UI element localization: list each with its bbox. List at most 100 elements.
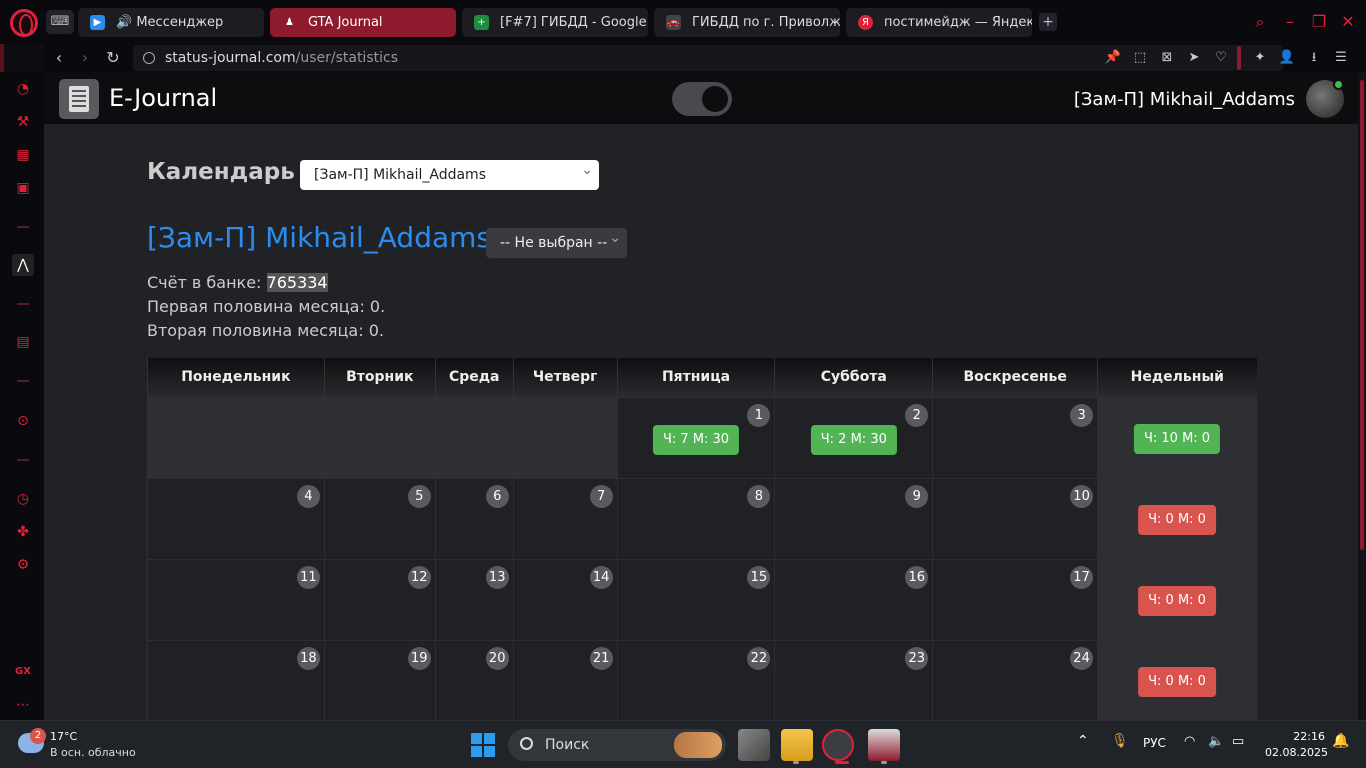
tab-speaker-icon: 🔊	[116, 15, 133, 30]
calendar-day-cell[interactable]: 6	[434, 477, 514, 560]
calendar-day-cell[interactable]: 9	[774, 477, 934, 560]
calendar-day-cell[interactable]: 19	[323, 639, 436, 720]
calendar-day-cell[interactable]: 20	[434, 639, 514, 720]
new-tab-button[interactable]: +	[1039, 13, 1057, 31]
opera-gx-taskbar-icon[interactable]	[822, 729, 854, 761]
calendar-day-cell[interactable]: 18	[147, 639, 325, 720]
tray-chevron-icon[interactable]: ⌃	[1077, 733, 1089, 749]
calendar-day-cell[interactable]: 12	[323, 558, 436, 641]
language-indicator[interactable]: РУС	[1143, 736, 1166, 750]
calendar-day-cell[interactable]: 8	[616, 477, 776, 560]
site-navbar: E-Journal [Зам-П] Mikhail_Addams	[44, 72, 1358, 124]
gx-corner-icon[interactable]: ▦	[12, 144, 34, 166]
tab-gibdd[interactable]: 🚗 ГИБДД по г. Приволжск	[654, 8, 840, 37]
calendar-day-cell[interactable]: 2 Ч: 2 М: 30	[774, 396, 934, 479]
taskbar-search[interactable]: Поиск	[508, 729, 726, 761]
task-view-icon[interactable]	[738, 729, 770, 761]
profile-icon[interactable]: 👤	[1277, 48, 1297, 68]
bookmark-heart-icon[interactable]: ♡	[1211, 48, 1231, 68]
aria-icon[interactable]: ⋀	[12, 254, 34, 276]
calendar-day-cell[interactable]: 13	[434, 558, 514, 641]
back-button[interactable]: ‹	[48, 47, 70, 69]
day-number: 2	[905, 403, 929, 427]
gx-cleaner-icon[interactable]: ▣	[12, 177, 34, 199]
calendar-day-cell[interactable]: 17	[932, 558, 1099, 641]
calendar-week-row: 1 Ч: 7 М: 30 2 Ч: 2 М: 30 3 Ч: 10 М: 0	[147, 396, 1257, 479]
weather-temperature[interactable]: 17°C	[50, 730, 77, 743]
easy-setup-icon[interactable]: ☰	[1331, 48, 1351, 68]
downloads-icon[interactable]: ⭳	[1304, 48, 1324, 68]
more-icon[interactable]: ⋯	[12, 694, 34, 716]
user-select[interactable]: [Зам-П] Mikhail_Addams	[300, 155, 599, 190]
battery-icon[interactable]: ▭	[1232, 734, 1244, 749]
header-saturday: Суббота	[774, 358, 933, 397]
start-button[interactable]	[471, 733, 495, 757]
day-number: 5	[407, 484, 431, 508]
file-explorer-icon[interactable]	[781, 729, 813, 761]
wifi-icon[interactable]: ◠	[1184, 734, 1195, 749]
search-tabs-icon[interactable]: ⌕	[1250, 12, 1270, 32]
tab-google-sheets[interactable]: + [F#7] ГИБДД - Google Та	[462, 8, 648, 37]
weekly-total-badge: Ч: 0 М: 0	[1138, 585, 1216, 616]
brand-name[interactable]: E-Journal	[109, 84, 217, 112]
calendar-day-cell[interactable]: 3	[932, 396, 1099, 479]
microphone-icon[interactable]: 🎙	[1111, 733, 1129, 749]
extensions-sidebar-icon[interactable]: ✤	[12, 521, 34, 543]
send-icon[interactable]: ➤	[1184, 48, 1204, 68]
pin-icon[interactable]: 📌	[1103, 48, 1123, 68]
volume-icon[interactable]: 🔈	[1208, 734, 1224, 749]
player-icon[interactable]: ⊙	[12, 410, 34, 432]
calendar-day-cell[interactable]: 24	[932, 639, 1099, 720]
page-scrollbar[interactable]	[1358, 72, 1366, 720]
calendar-day-cell[interactable]: 1 Ч: 7 М: 30	[616, 396, 776, 479]
game-launcher-icon[interactable]	[868, 729, 900, 761]
close-window-button[interactable]: ✕	[1338, 12, 1358, 31]
calendar-day-cell[interactable]: 15	[616, 558, 776, 641]
calendar-day-cell[interactable]: 4	[147, 477, 325, 560]
reload-button[interactable]: ↻	[102, 47, 124, 69]
calendar-table: Понедельник Вторник Среда Четверг Пятниц…	[147, 358, 1257, 720]
toolbar-separator	[1237, 46, 1241, 70]
gamepad-icon[interactable]: ⌨	[46, 10, 74, 34]
snapshot-icon[interactable]: ⬚	[1130, 48, 1150, 68]
settings-icon[interactable]: ⚙	[12, 554, 34, 576]
theme-toggle[interactable]	[672, 82, 732, 116]
calendar-day-cell[interactable]: 21	[512, 639, 618, 720]
tab-yandex[interactable]: Я постимейдж — Яндекс: н	[846, 8, 1032, 37]
weather-condition[interactable]: В осн. облачно	[50, 746, 136, 759]
gx-label[interactable]: GX	[12, 661, 34, 683]
bank-balance: Счёт в банке: 765334	[147, 273, 328, 292]
notifications-icon[interactable]: 🔔	[1332, 733, 1349, 749]
speed-dial-icon[interactable]: ◔	[12, 78, 34, 100]
current-username[interactable]: [Зам-П] Mikhail_Addams	[1074, 89, 1295, 110]
site-info-icon[interactable]	[143, 52, 155, 64]
calendar-day-cell[interactable]: 16	[774, 558, 934, 641]
calendar-day-cell[interactable]: 11	[147, 558, 325, 641]
calendar-day-cell[interactable]: 7	[512, 477, 618, 560]
twitch-icon[interactable]: ▤	[12, 331, 34, 353]
status-select[interactable]: -- Не выбран --	[486, 223, 627, 258]
gx-control-icon[interactable]: ⚒	[12, 111, 34, 133]
calendar-day-cell[interactable]: 22	[616, 639, 776, 720]
system-clock[interactable]: 22:16 02.08.2025	[1265, 730, 1328, 759]
calendar-day-cell[interactable]: 5	[323, 477, 436, 560]
car-icon: 🚗	[666, 15, 681, 30]
tab-gta-journal[interactable]: ♟ GTA Journal	[270, 8, 456, 37]
forward-button[interactable]: ›	[74, 47, 96, 69]
calendar-day-cell[interactable]: 14	[512, 558, 618, 641]
maximize-button[interactable]: ❐	[1309, 12, 1329, 31]
tab-messenger[interactable]: ▶ 🔊 Мессенджер	[78, 8, 264, 37]
adblock-icon[interactable]: ⊠	[1157, 48, 1177, 68]
minimize-button[interactable]: –	[1280, 12, 1300, 31]
day-number: 7	[589, 484, 613, 508]
journal-logo-icon[interactable]	[59, 79, 99, 119]
weekly-total-cell: Ч: 10 М: 0	[1097, 396, 1257, 479]
player-name-link[interactable]: [Зам-П] Mikhail_Addams	[147, 221, 491, 254]
app-running-dot	[881, 761, 887, 764]
calendar-day-cell[interactable]: 23	[774, 639, 934, 720]
history-icon[interactable]: ◷	[12, 488, 34, 510]
scrollbar-thumb[interactable]	[1360, 80, 1364, 550]
calendar-day-cell[interactable]: 10	[932, 477, 1099, 560]
extensions-icon[interactable]: ✦	[1250, 48, 1270, 68]
opera-menu-icon[interactable]	[10, 9, 38, 37]
